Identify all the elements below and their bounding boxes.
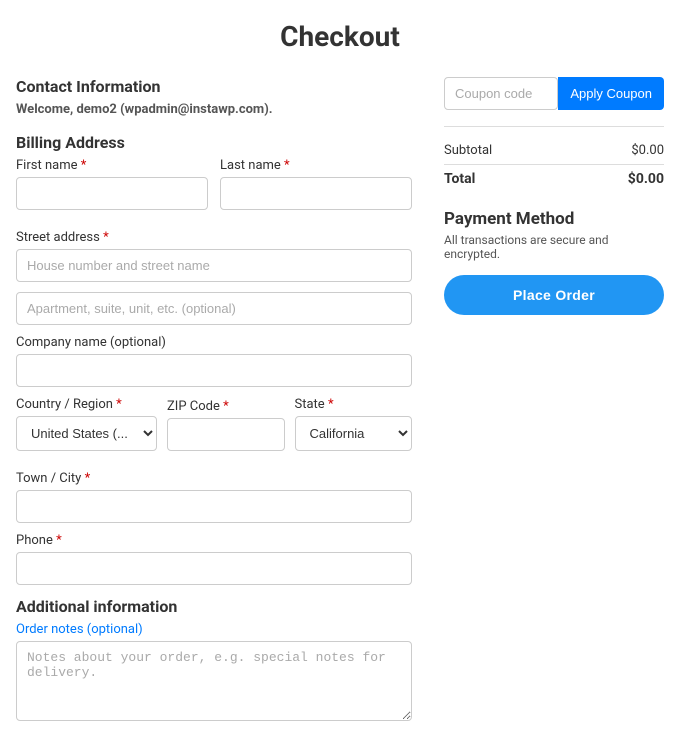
- town-label: Town / City *: [16, 471, 412, 486]
- town-input[interactable]: [16, 490, 412, 523]
- right-column: Apply Coupon Subtotal $0.00 Total $0.00 …: [444, 77, 664, 331]
- zip-label: ZIP Code *: [167, 399, 285, 414]
- subtotal-label: Subtotal: [444, 143, 492, 158]
- total-label: Total: [444, 171, 475, 187]
- left-column: Contact Information Welcome, demo2 (wpad…: [16, 77, 412, 731]
- last-name-group: Last name *: [220, 158, 412, 210]
- total-value: $0.00: [628, 171, 664, 187]
- country-group: Country / Region * United States (...: [16, 397, 157, 451]
- payment-section-title: Payment Method: [444, 209, 664, 229]
- state-group: State * California: [295, 397, 413, 451]
- first-name-group: First name *: [16, 158, 208, 210]
- total-row: Total $0.00: [444, 164, 664, 193]
- notes-label: Order notes (optional): [16, 622, 412, 637]
- apt-input[interactable]: [16, 292, 412, 325]
- billing-section-title: Billing Address: [16, 133, 412, 152]
- order-summary: Subtotal $0.00 Total $0.00: [444, 126, 664, 193]
- phone-input[interactable]: [16, 552, 412, 585]
- additional-section: Additional information Order notes (opti…: [16, 597, 412, 721]
- coupon-input[interactable]: [444, 77, 558, 110]
- company-input[interactable]: [16, 354, 412, 387]
- first-name-label: First name *: [16, 158, 208, 173]
- contact-info-section: Contact Information Welcome, demo2 (wpad…: [16, 77, 412, 117]
- contact-email: (wpadmin@instawp.com).: [120, 102, 272, 117]
- subtotal-value: $0.00: [631, 143, 664, 158]
- payment-section: Payment Method All transactions are secu…: [444, 209, 664, 315]
- zip-group: ZIP Code *: [167, 399, 285, 451]
- last-name-input[interactable]: [220, 177, 412, 210]
- country-label: Country / Region *: [16, 397, 157, 412]
- street-address-input[interactable]: [16, 249, 412, 282]
- page-title: Checkout: [16, 20, 664, 53]
- street-address-label: Street address *: [16, 230, 412, 245]
- country-zip-state-row: Country / Region * United States (... ZI…: [16, 397, 412, 461]
- zip-input[interactable]: [167, 418, 285, 451]
- phone-group: Phone *: [16, 533, 412, 585]
- town-group: Town / City *: [16, 471, 412, 523]
- name-row: First name * Last name *: [16, 158, 412, 220]
- contact-welcome: Welcome, demo2 (wpadmin@instawp.com).: [16, 102, 412, 117]
- phone-label: Phone *: [16, 533, 412, 548]
- company-group: Company name (optional): [16, 335, 412, 387]
- country-select[interactable]: United States (...: [16, 416, 157, 451]
- payment-description: All transactions are secure and encrypte…: [444, 233, 664, 261]
- apply-coupon-button[interactable]: Apply Coupon: [558, 77, 664, 110]
- state-select[interactable]: California: [295, 416, 413, 451]
- coupon-row: Apply Coupon: [444, 77, 664, 110]
- billing-section: Billing Address First name * Last name *: [16, 133, 412, 585]
- contact-section-title: Contact Information: [16, 77, 412, 96]
- state-label: State *: [295, 397, 413, 412]
- last-name-label: Last name *: [220, 158, 412, 173]
- contact-username: demo2: [76, 102, 116, 117]
- subtotal-row: Subtotal $0.00: [444, 137, 664, 164]
- place-order-button[interactable]: Place Order: [444, 275, 664, 315]
- company-label: Company name (optional): [16, 335, 412, 350]
- notes-input[interactable]: [16, 641, 412, 721]
- additional-section-title: Additional information: [16, 597, 412, 616]
- first-name-input[interactable]: [16, 177, 208, 210]
- street-address-group: Street address *: [16, 230, 412, 282]
- contact-welcome-text: Welcome,: [16, 102, 73, 117]
- apt-group: [16, 292, 412, 325]
- notes-group: Order notes (optional): [16, 622, 412, 721]
